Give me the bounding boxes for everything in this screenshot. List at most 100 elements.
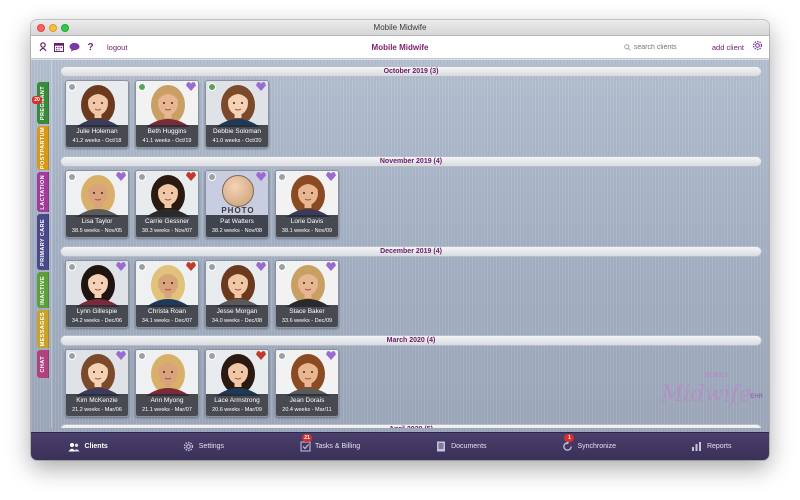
client-name: Jesse Morgan bbox=[216, 308, 258, 315]
tab-label: Chat bbox=[40, 355, 46, 373]
window-title: Mobile Midwife bbox=[373, 23, 427, 32]
tab-count-badge: 20 bbox=[32, 96, 42, 104]
nav-label: Synchronize bbox=[577, 443, 616, 450]
nav-label: Reports bbox=[706, 443, 732, 450]
status-dot-icon bbox=[208, 83, 216, 91]
toolbar-right: add client bbox=[624, 38, 763, 56]
close-window-button[interactable] bbox=[37, 24, 45, 32]
placeholder-head-icon bbox=[222, 175, 254, 207]
client-gestation: 41.2 weeks - Oct/18 bbox=[72, 138, 122, 144]
tab-lactation[interactable]: Lactation bbox=[37, 172, 49, 212]
client-name: Stace Baker bbox=[289, 308, 325, 315]
client-caption: Lace Armstrong 20.6 weeks - Mar/09 bbox=[206, 394, 268, 416]
documents-icon bbox=[435, 441, 447, 453]
client-name: Lisa Taylor bbox=[81, 218, 113, 225]
help-icon[interactable]: ? bbox=[85, 42, 96, 53]
tab-primary-care[interactable]: Primary Care bbox=[37, 214, 49, 270]
client-card[interactable]: Christa Roan 34.1 weeks - Dec/07 bbox=[135, 260, 199, 328]
tab-pregnant[interactable]: Pregnant 20 bbox=[32, 82, 49, 124]
calendar-icon[interactable] bbox=[53, 42, 64, 53]
logo-small-text: MOBILE bbox=[705, 373, 729, 379]
client-card[interactable]: Beth Huggins 41.1 weeks - Oct/19 bbox=[135, 80, 199, 148]
client-card[interactable]: Ann Myong 21.1 weeks - Mar/07 bbox=[135, 349, 199, 417]
status-dot-icon bbox=[278, 173, 286, 181]
client-caption: Ann Myong 21.1 weeks - Mar/07 bbox=[136, 394, 198, 416]
reports-icon bbox=[691, 441, 703, 453]
client-gestation: 34.1 weeks - Dec/07 bbox=[141, 318, 193, 324]
tab-label: Postpartum bbox=[40, 126, 46, 170]
client-caption: Kim McKenzie 21.2 weeks - Mar/06 bbox=[66, 394, 128, 416]
nav-reports[interactable]: Reports bbox=[691, 441, 732, 453]
client-card[interactable]: Lynn Gillespie 34.2 weeks - Dec/06 bbox=[65, 260, 129, 328]
status-dot-icon bbox=[208, 263, 216, 271]
client-gestation: 38.3 weeks - Nov/07 bbox=[141, 228, 193, 234]
tab-chat[interactable]: Chat bbox=[37, 350, 49, 378]
nav-tasks-billing[interactable]: 21 Tasks & Billing bbox=[299, 433, 361, 453]
chat-bubble-icon[interactable] bbox=[69, 42, 80, 53]
nav-synchronize[interactable]: 1 Synchronize bbox=[561, 433, 616, 453]
client-gestation: 33.6 weeks - Dec/09 bbox=[281, 318, 333, 324]
status-dot-icon bbox=[278, 352, 286, 360]
client-gestation: 34.0 weeks - Dec/08 bbox=[211, 318, 263, 324]
logo-wordmark: Midwife bbox=[661, 382, 752, 407]
logout-link[interactable]: logout bbox=[107, 43, 127, 52]
client-card[interactable]: Lorie Davis 38.1 weeks - Nov/09 bbox=[275, 170, 339, 238]
nav-label: Tasks & Billing bbox=[315, 443, 361, 450]
status-dot-icon bbox=[68, 173, 76, 181]
client-gestation: 20.6 weeks - Mar/09 bbox=[212, 407, 262, 413]
client-caption: Pat Watters 38.2 weeks - Nov/08 bbox=[206, 215, 268, 237]
client-card[interactable]: Debbie Soloman 41.0 weeks - Oct/20 bbox=[205, 80, 269, 148]
gear-icon[interactable] bbox=[752, 38, 763, 56]
tab-label: Messages bbox=[40, 311, 46, 347]
client-card[interactable]: Jean Dorais 20.4 weeks - Mar/11 bbox=[275, 349, 339, 417]
client-gestation: 20.4 weeks - Mar/11 bbox=[282, 407, 332, 413]
client-name: Lorie Davis bbox=[290, 218, 324, 225]
logo-ehr-text: EHR bbox=[750, 394, 763, 400]
client-name: Debbie Soloman bbox=[212, 128, 262, 135]
minimize-window-button[interactable] bbox=[49, 24, 57, 32]
client-card[interactable]: Lisa Taylor 38.5 weeks - Nov/05 bbox=[65, 170, 129, 238]
tab-label: Primary Care bbox=[40, 218, 46, 266]
month-header: November 2019 (4) bbox=[60, 156, 762, 167]
client-caption: Carrie Gessner 38.3 weeks - Nov/07 bbox=[136, 215, 198, 237]
status-dot-icon bbox=[68, 352, 76, 360]
tab-messages[interactable]: Messages bbox=[37, 310, 49, 348]
client-gestation: 21.1 weeks - Mar/07 bbox=[142, 407, 192, 413]
nav-label: Settings bbox=[198, 443, 225, 450]
client-card[interactable]: Jesse Morgan 34.0 weeks - Dec/08 bbox=[205, 260, 269, 328]
status-dot-icon bbox=[138, 352, 146, 360]
client-caption: Lorie Davis 38.1 weeks - Nov/09 bbox=[276, 215, 338, 237]
status-dot-icon bbox=[208, 352, 216, 360]
toolbar-icons: ? logout bbox=[37, 42, 127, 53]
gear-icon bbox=[183, 441, 195, 453]
nav-label: Clients bbox=[84, 443, 108, 450]
baby-icon[interactable] bbox=[37, 42, 48, 53]
nav-documents[interactable]: Documents bbox=[435, 441, 487, 453]
month-header: March 2020 (4) bbox=[60, 335, 762, 346]
client-name: Carrie Gessner bbox=[144, 218, 190, 225]
client-card[interactable]: Kim McKenzie 21.2 weeks - Mar/06 bbox=[65, 349, 129, 417]
nav-clients[interactable]: Clients bbox=[68, 441, 108, 453]
tab-inactive[interactable]: Inactive bbox=[37, 272, 49, 308]
zoom-window-button[interactable] bbox=[61, 24, 69, 32]
client-caption: Lynn Gillespie 34.2 weeks - Dec/06 bbox=[66, 305, 128, 327]
client-caption: Julie Holeman 41.2 weeks - Oct/18 bbox=[66, 125, 128, 147]
client-gestation: 38.5 weeks - Nov/05 bbox=[71, 228, 123, 234]
client-caption: Lisa Taylor 38.5 weeks - Nov/05 bbox=[66, 215, 128, 237]
client-card[interactable]: PHOTO Pat Watters 38.2 weeks - Nov/08 bbox=[205, 170, 269, 238]
client-card[interactable]: Julie Holeman 41.2 weeks - Oct/18 bbox=[65, 80, 129, 148]
month-header: April 2020 (5) bbox=[60, 424, 762, 428]
client-card[interactable]: Lace Armstrong 20.6 weeks - Mar/09 bbox=[205, 349, 269, 417]
photo-placeholder-label: PHOTO bbox=[221, 206, 255, 215]
tab-postpartum[interactable]: Postpartum bbox=[37, 126, 49, 170]
client-card[interactable]: Stace Baker 33.6 weeks - Dec/09 bbox=[275, 260, 339, 328]
search-box bbox=[624, 38, 704, 56]
search-input[interactable] bbox=[633, 43, 698, 51]
client-card[interactable]: Carrie Gessner 38.3 weeks - Nov/07 bbox=[135, 170, 199, 238]
title-bar: Mobile Midwife bbox=[31, 20, 769, 36]
nav-settings[interactable]: Settings bbox=[183, 441, 224, 453]
client-name: Pat Watters bbox=[220, 218, 254, 225]
main-area: Pregnant 20 Postpartum Lactation Primary Car… bbox=[31, 60, 769, 432]
add-client-link[interactable]: add client bbox=[712, 43, 744, 52]
client-caption: Beth Huggins 41.1 weeks - Oct/19 bbox=[136, 125, 198, 147]
